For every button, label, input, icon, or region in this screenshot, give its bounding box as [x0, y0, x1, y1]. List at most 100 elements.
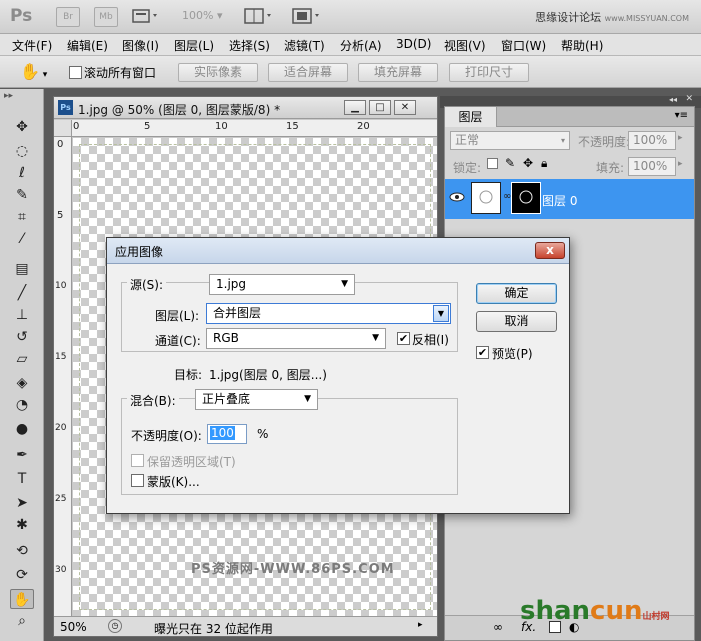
toolbox-collapse-icon[interactable]: ▸▸	[4, 91, 13, 101]
hand-tool-preset-icon[interactable]: ✋ ▾	[20, 62, 47, 81]
tab-layers[interactable]: 图层	[445, 107, 497, 127]
lock-pixels-icon[interactable]: ✎	[505, 156, 515, 170]
preview-checkbox[interactable]: ✔	[476, 346, 489, 359]
spot-healing-tool-icon[interactable]: ▤	[10, 259, 34, 279]
layer-name[interactable]: 图层 0	[542, 192, 577, 209]
quick-selection-tool-icon[interactable]: ✎	[10, 185, 34, 205]
opacity-slider-arrow-icon[interactable]: ▸	[678, 133, 683, 143]
screen-mode-icon[interactable]	[292, 8, 319, 24]
document-title-bar[interactable]: Ps 1.jpg @ 50% (图层 0, 图层蒙版/8) * ▁ □ ✕	[54, 97, 437, 119]
preserve-transparency-checkbox[interactable]	[131, 454, 144, 467]
blur-tool-icon[interactable]: ◔	[10, 395, 34, 415]
menu-help[interactable]: 帮助(H)	[561, 37, 603, 54]
blend-mode-select[interactable]: 正常 ▾	[450, 131, 570, 150]
source-select[interactable]: 1.jpg ▼	[209, 274, 355, 295]
history-brush-tool-icon[interactable]: ↺	[10, 327, 34, 347]
type-tool-icon[interactable]: T	[10, 469, 34, 489]
ruler-v-label: 20	[55, 423, 67, 433]
custom-shape-tool-icon[interactable]: ✱	[10, 515, 34, 535]
fill-screen-button[interactable]: 填充屏幕	[358, 63, 438, 82]
menu-bar: 文件(F) 编辑(E) 图像(I) 图层(L) 选择(S) 滤镜(T) 分析(A…	[0, 34, 701, 56]
layer-mask-thumbnail[interactable]	[511, 182, 541, 214]
menu-layer[interactable]: 图层(L)	[174, 37, 214, 54]
watermark-text: PS资源网-WWW.86PS.COM	[191, 562, 395, 577]
paint-bucket-tool-icon[interactable]: ◈	[10, 373, 34, 393]
scroll-all-windows-checkbox[interactable]	[69, 66, 82, 79]
bridge-button[interactable]: Br	[56, 7, 80, 27]
arrange-documents-icon[interactable]	[244, 8, 271, 24]
invert-checkbox[interactable]: ✔	[397, 332, 410, 345]
pen-tool-icon[interactable]: ✒	[10, 445, 34, 465]
blending-select[interactable]: 正片叠底 ▼	[195, 389, 318, 410]
lock-transparent-icon[interactable]	[487, 158, 498, 169]
ruler-v-label: 5	[57, 210, 64, 221]
menu-select[interactable]: 选择(S)	[229, 37, 270, 54]
close-document-button[interactable]: ✕	[394, 100, 416, 115]
status-zoom[interactable]: 50%	[60, 620, 87, 634]
menu-edit[interactable]: 编辑(E)	[67, 37, 108, 54]
print-size-button[interactable]: 打印尺寸	[449, 63, 529, 82]
horizontal-ruler[interactable]: 0 5 10 15 20	[72, 120, 437, 137]
opacity-label: 不透明度:	[578, 135, 631, 149]
dialog-title-bar[interactable]: 应用图像 x	[107, 238, 569, 264]
lock-all-icon[interactable]: 🔒︎	[541, 156, 547, 171]
status-info-icon[interactable]: ◷	[108, 619, 122, 633]
menu-filter[interactable]: 滤镜(T)	[284, 37, 325, 54]
channel-select[interactable]: RGB ▼	[206, 328, 386, 349]
mask-label: 蒙版(K)...	[147, 475, 200, 489]
lock-position-icon[interactable]: ✥	[523, 156, 533, 170]
crop-tool-icon[interactable]: ⌗	[10, 207, 34, 227]
visibility-eye-icon[interactable]	[449, 191, 465, 205]
panel-collapse-icon[interactable]: ◂◂	[669, 95, 677, 104]
menu-analysis[interactable]: 分析(A)	[340, 37, 382, 54]
view-extras-icon[interactable]	[132, 8, 157, 24]
layer-row[interactable]: ∞ 图层 0	[445, 179, 694, 219]
actual-pixels-button[interactable]: 实际像素	[178, 63, 258, 82]
opacity-input[interactable]: 100	[207, 424, 247, 444]
zoom-level-combo[interactable]: 100% ▾	[182, 9, 222, 22]
dialog-close-button[interactable]: x	[535, 242, 565, 259]
lasso-tool-icon[interactable]: ℓ	[10, 163, 34, 183]
eyedropper-tool-icon[interactable]: ⁄	[10, 229, 34, 249]
photoshop-logo: Ps	[10, 6, 33, 26]
minimize-button[interactable]: ▁	[344, 100, 366, 115]
layer-thumbnail[interactable]	[471, 182, 501, 214]
ruler-v-label: 0	[57, 139, 64, 150]
path-selection-tool-icon[interactable]: ➤	[10, 493, 34, 513]
vertical-ruler[interactable]: 0 5 10 15 20 25 30	[54, 137, 72, 616]
panel-close-icon[interactable]: ✕	[685, 94, 693, 104]
move-tool-icon[interactable]: ✥	[10, 117, 34, 137]
layer-opacity-field[interactable]: 100%	[628, 131, 676, 150]
menu-window[interactable]: 窗口(W)	[501, 37, 546, 54]
ruler-h-label: 20	[357, 121, 370, 132]
clone-stamp-tool-icon[interactable]: ⊥	[10, 305, 34, 325]
eraser-tool-icon[interactable]: ▱	[10, 349, 34, 369]
mini-bridge-button[interactable]: Mb	[94, 7, 118, 27]
panel-menu-icon[interactable]: ▾≡	[675, 110, 688, 121]
link-layers-icon[interactable]: ∞	[493, 620, 503, 634]
marquee-tool-icon[interactable]: ◌	[10, 141, 34, 161]
mask-checkbox[interactable]	[131, 474, 144, 487]
menu-3d[interactable]: 3D(D)	[396, 37, 431, 51]
ruler-origin[interactable]	[54, 120, 72, 137]
menu-file[interactable]: 文件(F)	[12, 37, 52, 54]
menu-view[interactable]: 视图(V)	[444, 37, 486, 54]
hand-tool-icon[interactable]: ✋	[10, 589, 34, 609]
status-menu-arrow-icon[interactable]: ▸	[418, 620, 423, 630]
fill-slider-arrow-icon[interactable]: ▸	[678, 159, 683, 169]
zoom-tool-icon[interactable]: ⌕	[10, 611, 34, 631]
dodge-tool-icon[interactable]: ●	[10, 419, 34, 439]
ruler-h-label: 15	[286, 121, 299, 132]
maximize-button[interactable]: □	[369, 100, 391, 115]
menu-image[interactable]: 图像(I)	[122, 37, 159, 54]
3d-orbit-tool-icon[interactable]: ⟳	[10, 565, 34, 585]
3d-rotate-tool-icon[interactable]: ⟲	[10, 541, 34, 561]
cancel-button[interactable]: 取消	[476, 311, 557, 332]
forum-brand: 思缘设计论坛 www.MISSYUAN.COM	[535, 11, 689, 24]
layer-select[interactable]: 合并图层 ▼	[206, 303, 451, 324]
ok-button[interactable]: 确定	[476, 283, 557, 304]
layer-select-dropdown-icon[interactable]: ▼	[433, 305, 449, 322]
fit-screen-button[interactable]: 适合屏幕	[268, 63, 348, 82]
fill-field[interactable]: 100%	[628, 157, 676, 176]
brush-tool-icon[interactable]: ╱	[10, 283, 34, 303]
